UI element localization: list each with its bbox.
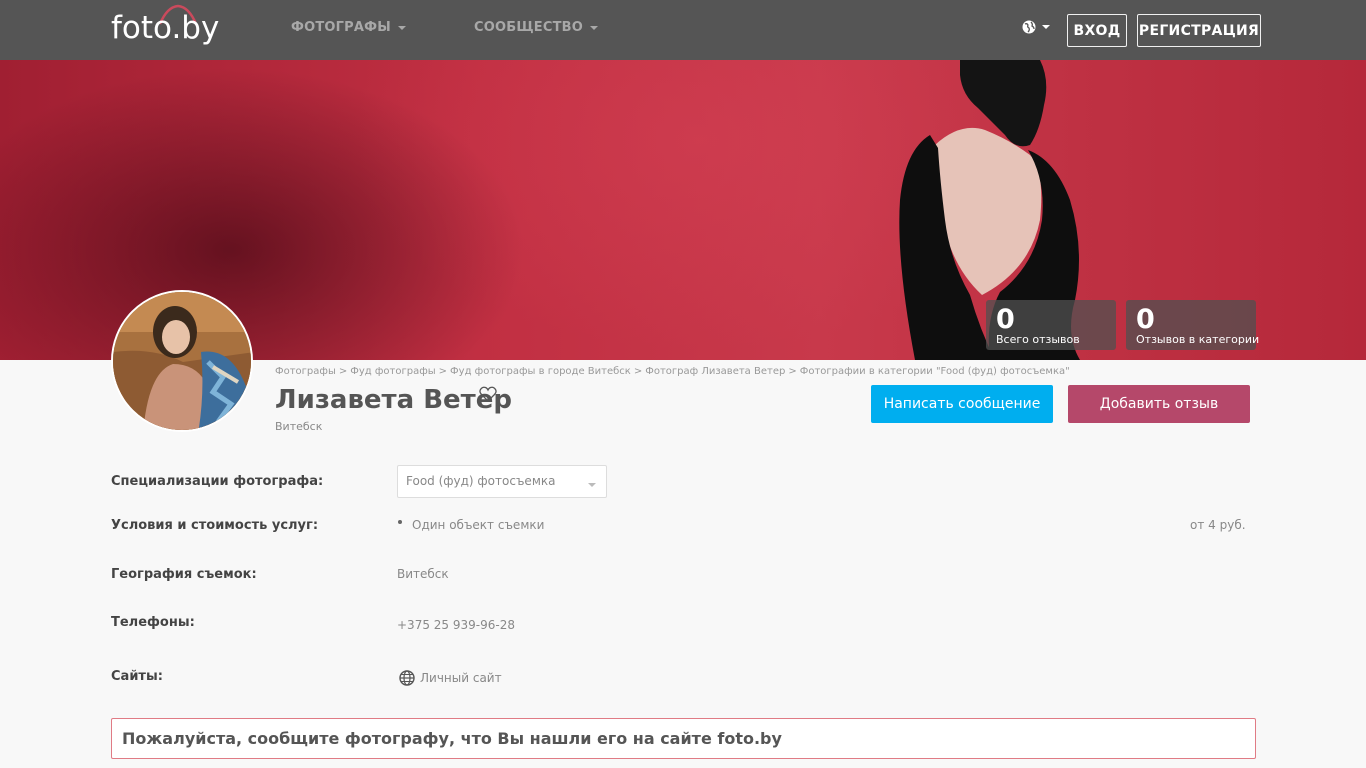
phone-value[interactable]: +375 25 939-96-28 [397, 618, 515, 632]
nav-photographers-menu[interactable]: ФОТОГРАФЫ [291, 20, 406, 35]
login-button[interactable]: ВХОД [1067, 14, 1127, 47]
breadcrumb: Фотографы > Фуд фотографы > Фуд фотографы в … [275, 366, 1070, 377]
list-bullet [398, 520, 402, 524]
language-selector[interactable] [1022, 20, 1050, 34]
referral-notice: Пожалуйста, сообщите фотографу, что Вы н… [111, 718, 1256, 759]
breadcrumb-link[interactable]: Фотографы [275, 366, 336, 377]
nav-community-label: СООБЩЕСТВО [474, 20, 584, 35]
top-navigation-bar: foto.by ФОТОГРАФЫ СООБЩЕСТВО ВХОД РЕГИСТ… [0, 0, 1366, 60]
breadcrumb-separator: > [438, 366, 448, 377]
chevron-down-icon [590, 25, 599, 30]
pricing-price: от 4 руб. [1190, 518, 1246, 532]
geography-value: Витебск [397, 567, 449, 581]
globe-icon [399, 670, 415, 686]
personal-site-label: Личный сайт [420, 671, 502, 685]
category-reviews-count: 0 [1136, 304, 1155, 335]
total-reviews-count: 0 [996, 304, 1015, 335]
total-reviews-label: Всего отзывов [996, 333, 1080, 346]
chevron-down-icon [397, 25, 406, 30]
photographer-name: Лизавета Ветер [275, 385, 512, 415]
breadcrumb-link[interactable]: Фотограф Лизавета Ветер [645, 366, 785, 377]
nav-community-menu[interactable]: СООБЩЕСТВО [474, 20, 599, 35]
geography-label: География съемок: [111, 567, 257, 582]
personal-site-link[interactable]: Личный сайт [399, 670, 502, 686]
phones-label: Телефоны: [111, 615, 195, 630]
add-review-button[interactable]: Добавить отзыв [1068, 385, 1250, 423]
pricing-label: Условия и стоимость услуг: [111, 518, 319, 533]
nav-photographers-label: ФОТОГРАФЫ [291, 20, 391, 35]
site-logo[interactable]: foto.by [111, 4, 241, 48]
referral-notice-text: Пожалуйста, сообщите фотографу, что Вы н… [122, 729, 782, 748]
category-reviews-stat: 0 Отзывов в категории [1126, 300, 1260, 350]
sites-label: Сайты: [111, 669, 163, 684]
specialization-select[interactable]: Food (фуд) фотосъемка [397, 465, 607, 498]
total-reviews-stat: 0 Всего отзывов [986, 300, 1116, 350]
breadcrumb-separator: > [788, 366, 797, 377]
specialization-selected-value: Food (фуд) фотосъемка [406, 474, 556, 488]
register-button[interactable]: РЕГИСТРАЦИЯ [1137, 14, 1261, 47]
favorite-heart-icon[interactable] [479, 386, 497, 402]
category-reviews-label: Отзывов в категории [1136, 333, 1260, 346]
breadcrumb-separator: > [338, 366, 348, 377]
specializations-label: Специализации фотографа: [111, 474, 324, 489]
avatar-photo [113, 292, 251, 430]
globe-icon [1022, 20, 1036, 34]
logo-text: foto.by [111, 10, 220, 46]
photographer-city: Витебск [275, 420, 323, 433]
avatar[interactable] [111, 290, 253, 432]
breadcrumb-current: Фотографии в категории "Food (фуд) фотос… [799, 366, 1070, 377]
chevron-down-icon [588, 483, 596, 487]
breadcrumb-link[interactable]: Фуд фотографы [350, 366, 435, 377]
breadcrumb-separator: > [633, 366, 643, 377]
breadcrumb-link[interactable]: Фуд фотографы в городе Витебск [450, 366, 631, 377]
pricing-item: Один объект съемки [412, 518, 545, 532]
write-message-button[interactable]: Написать сообщение [871, 385, 1053, 423]
chevron-down-icon [1042, 25, 1050, 29]
